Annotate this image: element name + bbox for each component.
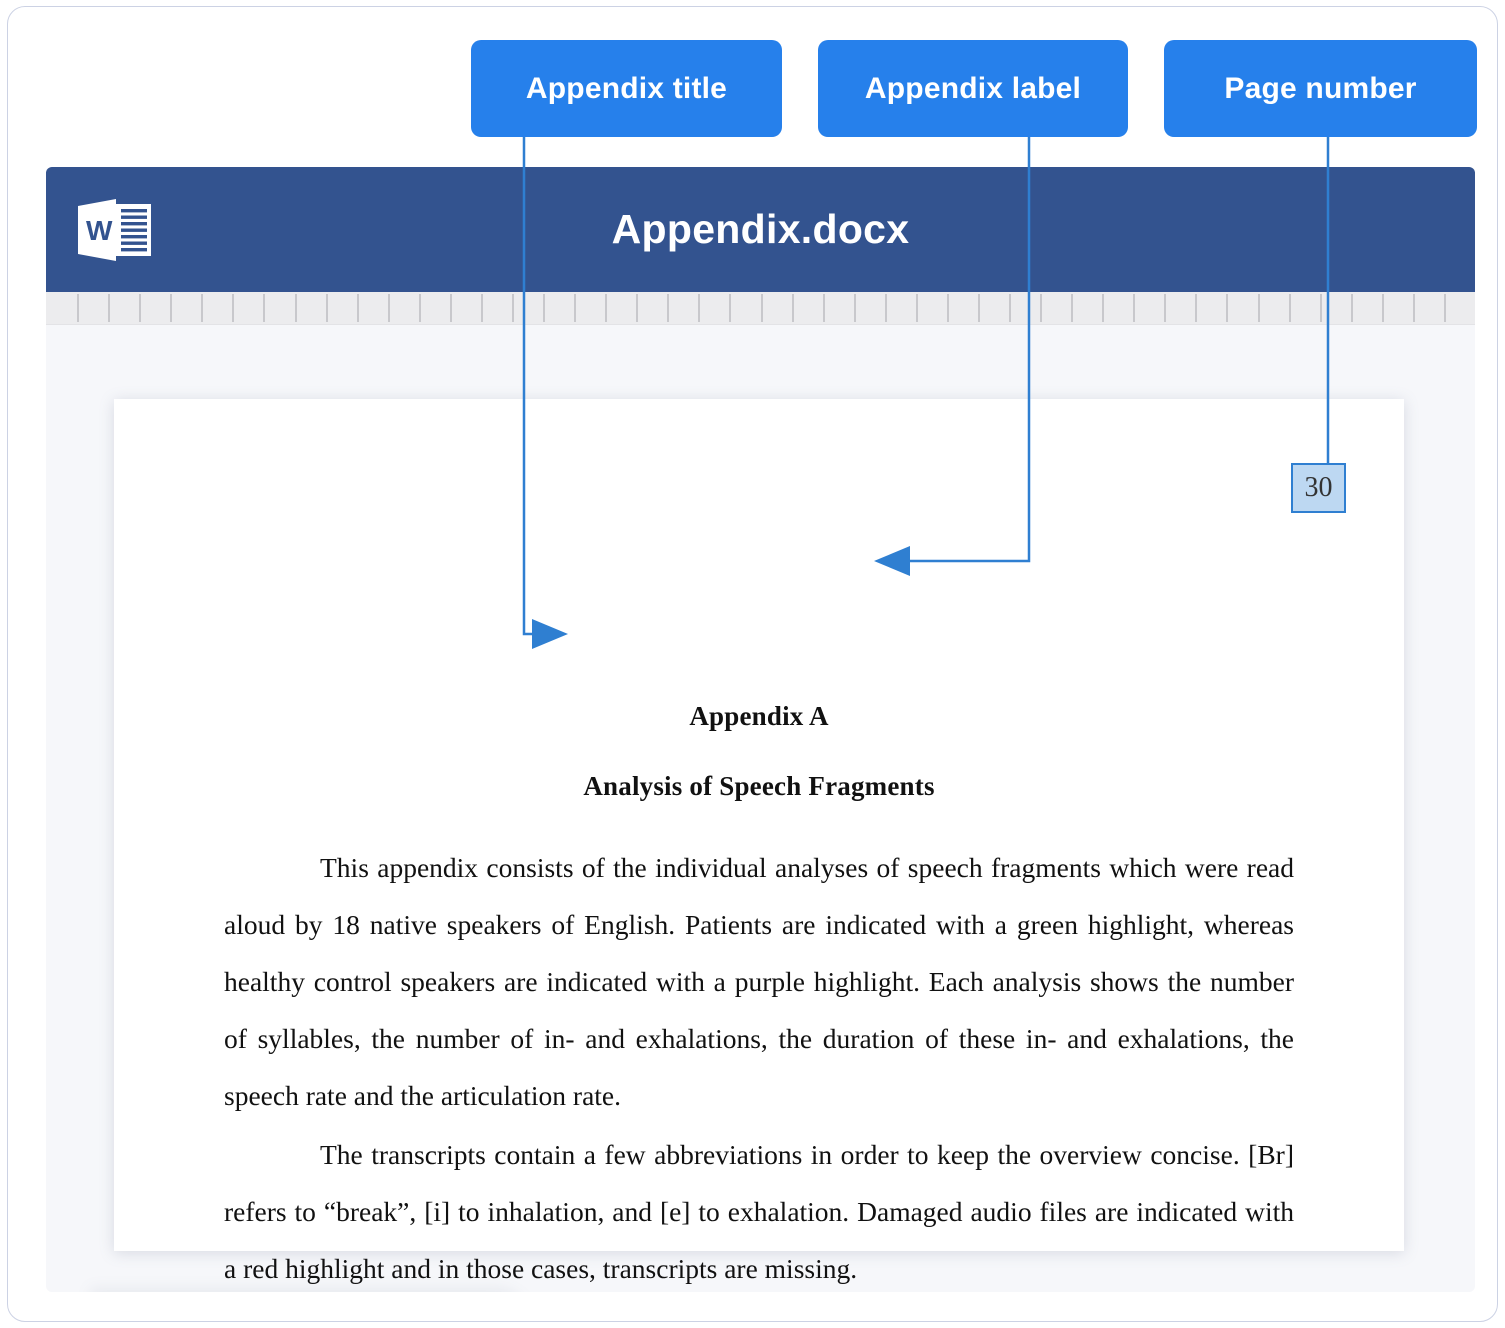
ruler-tick (978, 294, 980, 322)
ruler-tick (170, 294, 172, 322)
ruler-tick (1289, 294, 1291, 322)
ruler-tick (481, 294, 483, 322)
ruler-tick (108, 294, 110, 322)
document-page: Appendix A Analysis of Speech Fragments … (114, 399, 1404, 1284)
ruler-tick (419, 294, 421, 322)
ruler-tick (1413, 294, 1415, 322)
ruler-tick (792, 294, 794, 322)
ruler-tick (1040, 294, 1042, 322)
ruler-tick (201, 294, 203, 322)
ruler-tick (1226, 294, 1228, 322)
body-paragraph: This appendix consists of the individual… (224, 852, 1294, 1111)
word-document-window: W Appendix.docx Appendix A Analysis of S… (46, 167, 1475, 1292)
ruler-tick (1351, 294, 1353, 322)
ruler-tick (77, 294, 79, 322)
callout-page-number[interactable]: Page number (1164, 40, 1477, 137)
ruler-tick (1382, 294, 1384, 322)
document-ruler[interactable] (46, 292, 1475, 325)
ruler-tick (1320, 294, 1322, 322)
ruler-tick (1164, 294, 1166, 322)
ruler-tick (450, 294, 452, 322)
ruler-tick (885, 294, 887, 322)
ruler-tick (698, 294, 700, 322)
ruler-tick (1258, 294, 1260, 322)
ruler-tick (1444, 294, 1446, 322)
ruler-tick (295, 294, 297, 322)
callout-appendix-label[interactable]: Appendix label (818, 40, 1128, 137)
ruler-tick (947, 294, 949, 322)
callout-appendix-title[interactable]: Appendix title (471, 40, 782, 137)
ruler-tick (667, 294, 669, 322)
page-number-annotation: 30 (1291, 463, 1346, 513)
screenshot-frame: Appendix title Appendix label Page numbe… (7, 6, 1498, 1322)
ruler-tick (636, 294, 638, 322)
appendix-label-heading: Appendix A (689, 701, 829, 731)
ruler-tick (388, 294, 390, 322)
ruler-tick (761, 294, 763, 322)
ruler-tick (1102, 294, 1104, 322)
ruler-tick (1071, 294, 1073, 322)
ruler-tick (326, 294, 328, 322)
ruler-tick (729, 294, 731, 322)
document-title: Appendix.docx (611, 206, 910, 252)
ruler-tick (139, 294, 141, 322)
body-paragraph: The transcripts contain a few abbreviati… (224, 1139, 1294, 1284)
ruler-tick (543, 294, 545, 322)
ruler-tick (512, 294, 514, 322)
ruler-tick (232, 294, 234, 322)
ruler-tick (574, 294, 576, 322)
ruler-tick (1133, 294, 1135, 322)
appendix-title-heading: Analysis of Speech Fragments (583, 771, 935, 801)
ruler-tick (823, 294, 825, 322)
ruler-tick (263, 294, 265, 322)
ruler-tick (1195, 294, 1197, 322)
ruler-tick (854, 294, 856, 322)
ruler-tick (357, 294, 359, 322)
ruler-tick (916, 294, 918, 322)
ruler-tick (605, 294, 607, 322)
word-title-bar: W Appendix.docx (46, 167, 1475, 292)
ruler-tick (1009, 294, 1011, 322)
